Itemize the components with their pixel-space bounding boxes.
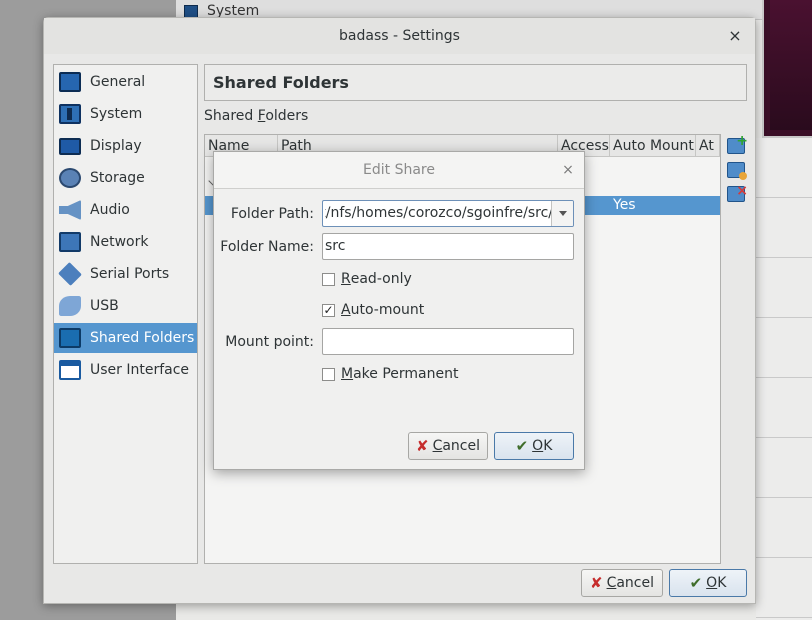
sidebar-item-audio[interactable]: Audio (54, 195, 197, 225)
sidebar-item-label: Serial Ports (90, 266, 170, 282)
sidebar-item-general[interactable]: General (54, 67, 197, 97)
group-label-pre: Shared (204, 108, 258, 124)
sidebar-item-label: Audio (90, 202, 130, 218)
auto-mount-label: uto-mount (350, 302, 425, 318)
sidebar-item-label: Display (90, 138, 142, 154)
cancel-label: ancel (442, 438, 480, 454)
general-icon (59, 72, 81, 92)
sidebar-item-label: General (90, 74, 146, 90)
sidebar-item-label: Shared Folders (90, 330, 195, 346)
storage-icon (59, 168, 81, 188)
chevron-down-icon[interactable] (551, 201, 573, 226)
ok-label: K (717, 575, 727, 591)
edit-share-icon[interactable] (727, 162, 747, 180)
settings-sidebar: General System Display Storage Audio Net… (53, 64, 198, 564)
sidebar-item-label: Storage (90, 170, 145, 186)
make-permanent-label: ake Permanent (353, 366, 459, 382)
edit-share-cancel-button[interactable]: ✘ Cancel (408, 432, 488, 460)
user-interface-icon (59, 360, 81, 380)
remove-share-icon[interactable] (727, 183, 748, 202)
display-icon (59, 137, 81, 155)
system-icon (59, 104, 81, 124)
sidebar-item-serial-ports[interactable]: Serial Ports (54, 259, 197, 289)
auto-mount-check-box[interactable]: ✓ (322, 303, 335, 317)
folder-path-combobox[interactable]: /mnt/nfs/homes/corozco/sgoinfre/src (322, 200, 574, 227)
sidebar-item-display[interactable]: Display (54, 131, 197, 161)
cancel-label: ancel (616, 575, 654, 591)
usb-icon (59, 296, 81, 316)
auto-mount-checkbox[interactable]: ✓ Auto-mount (322, 302, 424, 318)
sidebar-item-network[interactable]: Network (54, 227, 197, 257)
network-icon (59, 232, 81, 252)
audio-icon (59, 200, 81, 220)
cancel-icon: ✘ (589, 574, 603, 592)
settings-close-icon[interactable]: × (725, 24, 745, 48)
make-permanent-check-box[interactable] (322, 367, 335, 381)
read-only-mnemonic: R (341, 271, 351, 287)
edit-share-ok-button[interactable]: ✔ OK (494, 432, 574, 460)
folder-name-label: Folder Name: (220, 239, 314, 255)
add-share-icon[interactable] (727, 133, 748, 154)
folder-path-label: Folder Path: (230, 206, 314, 222)
serial-ports-icon (58, 262, 82, 286)
shared-folders-group-label: Shared Folders (204, 108, 308, 124)
shared-folders-icon (59, 328, 81, 348)
auto-mount-cell: Yes (613, 197, 636, 213)
page-title: Shared Folders (204, 64, 747, 101)
ok-icon: ✔ (515, 437, 529, 455)
read-only-label: ead-only (350, 271, 412, 287)
sidebar-item-label: System (90, 106, 143, 122)
make-permanent-checkbox[interactable]: Make Permanent (322, 366, 458, 382)
sidebar-item-usb[interactable]: USB (54, 291, 197, 321)
settings-cancel-button[interactable]: ✘ Cancel (581, 569, 663, 597)
sidebar-item-user-interface[interactable]: User Interface (54, 355, 197, 385)
edit-share-close-icon[interactable]: × (560, 160, 576, 180)
ok-icon: ✔ (689, 574, 703, 592)
ok-label: K (543, 438, 553, 454)
settings-title: badass - Settings (44, 18, 755, 54)
group-label-post: olders (265, 108, 309, 124)
cancel-mnemonic: C (606, 575, 617, 591)
background-preview-image (770, 0, 812, 130)
edit-share-title: Edit Share (214, 152, 584, 189)
sidebar-item-system[interactable]: System (54, 99, 197, 129)
settings-ok-button[interactable]: ✔ OK (669, 569, 747, 597)
sidebar-item-shared-folders[interactable]: Shared Folders (54, 323, 197, 353)
sidebar-item-label: Network (90, 234, 149, 250)
sidebar-item-label: User Interface (90, 362, 190, 378)
cancel-icon: ✘ (415, 437, 429, 455)
read-only-check-box[interactable] (322, 272, 335, 286)
ok-mnemonic: O (706, 575, 718, 591)
column-header-at[interactable]: At (696, 135, 720, 157)
sidebar-item-label: USB (90, 298, 119, 314)
folder-name-field[interactable]: src (322, 233, 574, 260)
mount-point-field[interactable] (322, 328, 574, 355)
ok-mnemonic: O (532, 438, 544, 454)
auto-mount-mnemonic: A (341, 302, 351, 318)
make-permanent-mnemonic: M (341, 366, 354, 382)
background-panel (756, 138, 812, 620)
folder-path-value: /mnt/nfs/homes/corozco/sgoinfre/src (325, 205, 553, 221)
edit-share-dialog: Edit Share × Folder Path: /mnt/nfs/homes… (213, 151, 585, 470)
sidebar-item-storage[interactable]: Storage (54, 163, 197, 193)
read-only-checkbox[interactable]: Read-only (322, 271, 412, 287)
cancel-mnemonic: C (432, 438, 443, 454)
mount-point-label: Mount point: (225, 334, 314, 350)
column-header-auto-mount[interactable]: Auto Mount (610, 135, 696, 157)
